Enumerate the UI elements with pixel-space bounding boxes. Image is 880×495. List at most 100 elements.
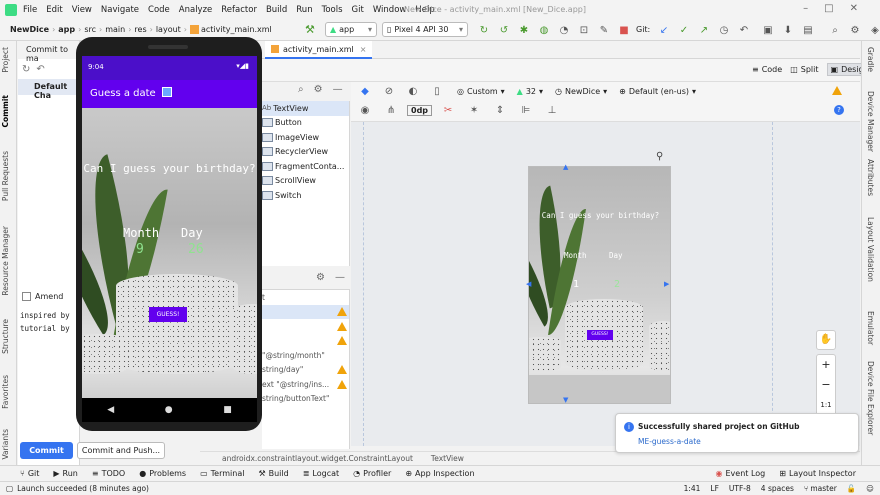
pack-icon[interactable]: ⇕ bbox=[493, 104, 507, 118]
tab-activity-main[interactable]: activity_main.xml × bbox=[265, 41, 373, 59]
menu-view[interactable]: View bbox=[72, 5, 92, 15]
guess-button[interactable]: GUESS! bbox=[149, 307, 187, 322]
preview-month-value[interactable]: 1 bbox=[573, 279, 579, 290]
menu-navigate[interactable]: Navigate bbox=[101, 5, 139, 15]
indent-setting[interactable]: 4 spaces bbox=[761, 484, 794, 493]
tab-project[interactable]: Project bbox=[1, 47, 10, 73]
tool-todo[interactable]: ≡ TODO bbox=[92, 469, 125, 478]
sdk-manager-icon[interactable]: ⬇ bbox=[781, 23, 795, 37]
default-margin[interactable]: 0dp bbox=[407, 105, 433, 116]
ide-update-icon[interactable]: ◈ bbox=[868, 23, 880, 37]
pan-icon[interactable]: ✋ bbox=[816, 330, 836, 350]
hammer-icon[interactable]: ⚒ bbox=[305, 23, 315, 36]
constraint-anchor-bottom[interactable]: ▼ bbox=[563, 396, 568, 404]
tab-resource-manager[interactable]: Resource Manager bbox=[1, 226, 10, 296]
status-message[interactable]: Launch succeeded (8 minutes ago) bbox=[17, 484, 149, 493]
path-root[interactable]: androidx.constraintlayout.widget.Constra… bbox=[222, 454, 413, 463]
palette-item-switch[interactable]: Switch bbox=[262, 188, 349, 203]
lock-icon[interactable]: 🔓 bbox=[847, 484, 856, 493]
path-leaf[interactable]: TextView bbox=[431, 454, 464, 463]
menu-build[interactable]: Build bbox=[266, 5, 287, 15]
warning-icon[interactable] bbox=[337, 336, 347, 346]
resize-handle-icon[interactable]: ⚲ bbox=[656, 151, 663, 162]
preview-day-label[interactable]: Day bbox=[609, 251, 623, 260]
tab-variants[interactable]: Variants bbox=[1, 429, 10, 460]
git-rollback-icon[interactable]: ↶ bbox=[737, 23, 751, 37]
palette-item-button[interactable]: Button bbox=[262, 116, 349, 131]
tab-attributes[interactable]: Attributes bbox=[866, 159, 875, 196]
palette-item-imageview[interactable]: ImageView bbox=[262, 130, 349, 145]
git-commit-icon[interactable]: ✓ bbox=[677, 23, 691, 37]
menu-window[interactable]: Window bbox=[373, 5, 407, 15]
profile-icon[interactable]: ◔ bbox=[557, 23, 571, 37]
apply-changes-icon[interactable]: ↺ bbox=[497, 23, 511, 37]
amend-checkbox[interactable] bbox=[22, 292, 31, 301]
commit-message-input[interactable]: inspired by tutorial by bbox=[20, 309, 70, 335]
warning-icon[interactable] bbox=[337, 379, 347, 389]
tool-app-inspection[interactable]: ⊕ App Inspection bbox=[405, 469, 474, 478]
debug-icon[interactable]: ✱ bbox=[517, 23, 531, 37]
tool-problems[interactable]: ● Problems bbox=[139, 469, 186, 478]
refresh-icon[interactable]: ↻ bbox=[22, 64, 30, 75]
preview-month-label[interactable]: Month bbox=[564, 251, 587, 260]
back-icon[interactable]: ◀ bbox=[107, 405, 114, 415]
theme-select[interactable]: ◎ Custom ▾ bbox=[457, 87, 505, 96]
zoom-in-icon[interactable]: + bbox=[817, 355, 835, 375]
minimize-icon[interactable]: — bbox=[333, 84, 343, 95]
crumb-layout[interactable]: layout bbox=[156, 25, 181, 34]
coverage-icon[interactable]: ✎ bbox=[597, 23, 611, 37]
tool-build[interactable]: ⚒ Build bbox=[258, 469, 288, 478]
palette-item-recyclerview[interactable]: RecyclerView bbox=[262, 145, 349, 160]
gear-icon[interactable]: ⚙ bbox=[848, 23, 862, 37]
tree-row[interactable]: t bbox=[262, 290, 349, 305]
activity-select[interactable]: ◷ NewDice ▾ bbox=[555, 87, 607, 96]
view-mode-split[interactable]: ◫ Split bbox=[790, 65, 818, 74]
crumb-res[interactable]: res bbox=[134, 25, 146, 34]
stop-icon[interactable]: ■ bbox=[617, 23, 631, 37]
guidelines-icon[interactable]: ⊥ bbox=[545, 104, 559, 118]
zoom-actual-size[interactable]: 1:1 bbox=[817, 395, 835, 415]
menu-refactor[interactable]: Refactor bbox=[221, 5, 257, 15]
notifications-icon[interactable]: ☺ bbox=[866, 484, 874, 493]
notification-link[interactable]: ME-guess-a-date bbox=[638, 437, 701, 446]
gear-icon[interactable]: ⚙ bbox=[316, 272, 325, 283]
tree-row[interactable]: ext "@string/ins... bbox=[262, 377, 349, 392]
warning-icon[interactable] bbox=[832, 86, 842, 95]
git-branch[interactable]: ⑂ master bbox=[804, 484, 837, 493]
night-mode-icon[interactable]: ◐ bbox=[406, 84, 420, 98]
palette-item-scrollview[interactable]: ScrollView bbox=[262, 174, 349, 189]
search-icon[interactable]: ⌕ bbox=[298, 84, 304, 95]
changelist-default[interactable]: Default Cha bbox=[18, 79, 79, 100]
avd-icon[interactable]: ▤ bbox=[801, 23, 815, 37]
run-config-select[interactable]: ▲ app ▾ bbox=[325, 22, 377, 37]
orientation-icon[interactable]: ⊘ bbox=[382, 84, 396, 98]
eye-icon[interactable]: ◉ bbox=[358, 104, 372, 118]
tool-terminal[interactable]: ▭ Terminal bbox=[200, 469, 244, 478]
preview-guess-button[interactable]: GUESS! bbox=[587, 330, 613, 340]
tree-row[interactable] bbox=[262, 334, 349, 349]
warning-icon[interactable] bbox=[337, 365, 347, 375]
view-mode-code[interactable]: ≡ Code bbox=[752, 65, 782, 74]
layers-icon[interactable]: ◆ bbox=[358, 84, 372, 98]
tree-row[interactable] bbox=[262, 304, 349, 319]
git-push-icon[interactable]: ↗ bbox=[697, 23, 711, 37]
menu-git[interactable]: Git bbox=[352, 5, 364, 15]
device-manager-icon[interactable]: ▣ bbox=[761, 23, 775, 37]
tool-profiler[interactable]: ◔ Profiler bbox=[353, 469, 391, 478]
constraint-anchor-left[interactable]: ◀ bbox=[526, 280, 531, 288]
undo-icon[interactable]: ↶ bbox=[36, 64, 44, 75]
warning-icon[interactable] bbox=[337, 307, 347, 317]
menu-tools[interactable]: Tools bbox=[322, 5, 343, 15]
search-icon[interactable]: ⌕ bbox=[828, 23, 842, 37]
debug-attach-icon[interactable]: ◍ bbox=[537, 23, 551, 37]
git-update-icon[interactable]: ↙ bbox=[657, 23, 671, 37]
caret-position[interactable]: 1:41 bbox=[684, 484, 701, 493]
palette-item-fragmentcontainer[interactable]: FragmentConta... bbox=[262, 159, 349, 174]
tab-device-manager[interactable]: Device Manager bbox=[866, 91, 875, 152]
tree-row[interactable]: "@string/month" bbox=[262, 348, 349, 363]
tab-pull-requests[interactable]: Pull Requests bbox=[1, 151, 10, 201]
close-icon[interactable]: × bbox=[360, 45, 367, 54]
attach-debugger-icon[interactable]: ⊡ bbox=[577, 23, 591, 37]
emulator-screen[interactable]: 9:04 ▾◢▮ Guess a date Can I guess your b… bbox=[82, 56, 257, 422]
home-icon[interactable]: ● bbox=[165, 405, 173, 415]
